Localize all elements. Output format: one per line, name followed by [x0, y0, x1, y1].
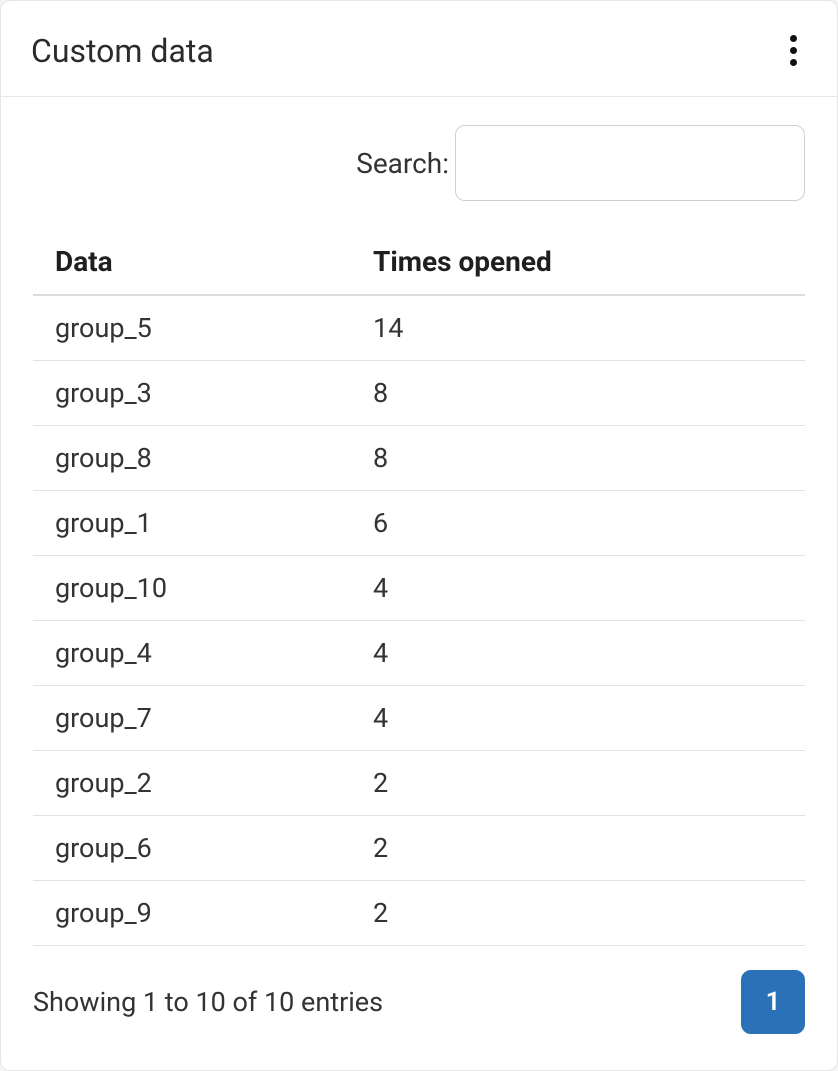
table-row: group_88: [33, 426, 805, 491]
pagination: 1: [741, 970, 805, 1034]
cell-times-opened: 4: [351, 621, 805, 686]
table-row: group_44: [33, 621, 805, 686]
col-header-times-opened[interactable]: Times opened: [351, 229, 805, 295]
cell-times-opened: 8: [351, 426, 805, 491]
card-header: Custom data: [1, 1, 837, 97]
card-body: Search: Data Times opened group_514group…: [1, 97, 837, 1070]
col-header-data[interactable]: Data: [33, 229, 351, 295]
data-table: Data Times opened group_514group_38group…: [33, 229, 805, 946]
table-info-text: Showing 1 to 10 of 10 entries: [33, 986, 383, 1018]
cell-times-opened: 6: [351, 491, 805, 556]
cell-times-opened: 4: [351, 686, 805, 751]
table-row: group_92: [33, 881, 805, 946]
cell-data: group_6: [33, 816, 351, 881]
table-footer: Showing 1 to 10 of 10 entries 1: [33, 970, 805, 1034]
custom-data-card: Custom data Search: Data Times opened gr…: [0, 0, 838, 1071]
card-title: Custom data: [31, 32, 214, 70]
table-row: group_16: [33, 491, 805, 556]
cell-data: group_10: [33, 556, 351, 621]
table-row: group_74: [33, 686, 805, 751]
cell-data: group_8: [33, 426, 351, 491]
cell-data: group_5: [33, 295, 351, 361]
search-input[interactable]: [455, 125, 805, 201]
table-row: group_38: [33, 361, 805, 426]
cell-times-opened: 4: [351, 556, 805, 621]
cell-data: group_7: [33, 686, 351, 751]
table-row: group_104: [33, 556, 805, 621]
cell-times-opened: 2: [351, 751, 805, 816]
cell-data: group_2: [33, 751, 351, 816]
table-header-row: Data Times opened: [33, 229, 805, 295]
card-menu-button[interactable]: [780, 29, 807, 72]
cell-times-opened: 14: [351, 295, 805, 361]
table-row: group_22: [33, 751, 805, 816]
vertical-dots-icon: [790, 35, 797, 42]
cell-times-opened: 2: [351, 881, 805, 946]
cell-data: group_4: [33, 621, 351, 686]
cell-times-opened: 2: [351, 816, 805, 881]
cell-times-opened: 8: [351, 361, 805, 426]
table-row: group_514: [33, 295, 805, 361]
cell-data: group_1: [33, 491, 351, 556]
table-row: group_62: [33, 816, 805, 881]
search-row: Search:: [33, 125, 805, 201]
cell-data: group_3: [33, 361, 351, 426]
cell-data: group_9: [33, 881, 351, 946]
search-label: Search:: [356, 147, 449, 180]
page-button[interactable]: 1: [741, 970, 805, 1034]
